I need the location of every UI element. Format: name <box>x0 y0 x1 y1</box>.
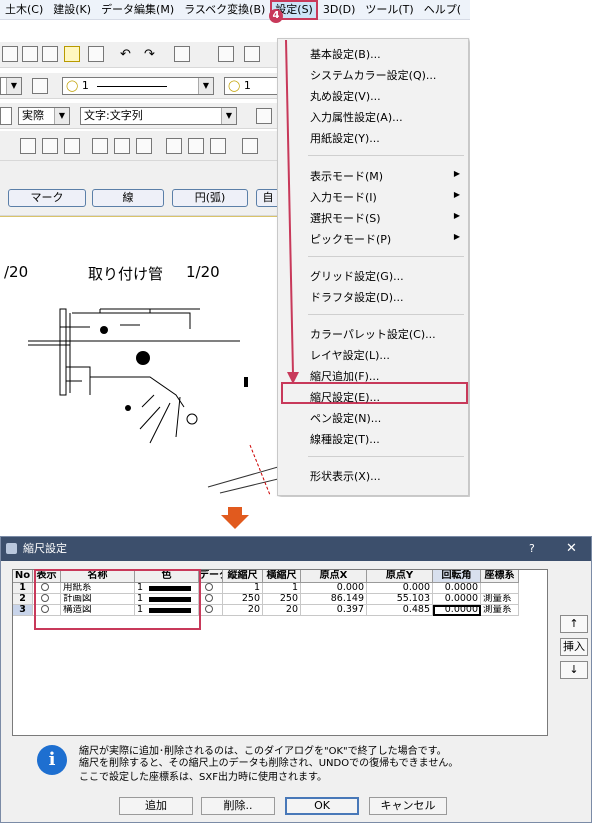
row-origin-y[interactable]: 0.000 <box>367 583 433 594</box>
info-message-2: 縮尺を削除すると、その縮尺上のデータも削除され、UNDOでの復帰もできません。 <box>79 758 459 769</box>
delete-button[interactable]: 削除.. <box>201 797 275 815</box>
row-no: 2 <box>13 594 33 605</box>
insert-button[interactable]: 挿入 <box>560 638 588 656</box>
scale-settings-dialog: 縮尺設定 ? ✕ No 表示 名称 色 データ 縦縮尺 横縮尺 原点X 原点Y … <box>0 536 592 823</box>
move-up-button[interactable]: ↑ <box>560 615 588 633</box>
ok-button[interactable]: OK <box>285 797 359 815</box>
help-icon[interactable]: ? <box>529 537 535 561</box>
data-radio[interactable] <box>199 594 223 605</box>
row-v-scale[interactable]: 20 <box>223 605 263 616</box>
add-button[interactable]: 追加 <box>119 797 193 815</box>
row-origin-x[interactable]: 0.397 <box>301 605 367 616</box>
annotation-arrow <box>285 39 299 384</box>
col-header-h-scale: 横縮尺 <box>263 570 301 583</box>
info-message-3: ここで設定した座標系は、SXF出力時に使用されます。 <box>79 772 327 783</box>
row-rotation[interactable]: 0.0000 <box>433 594 481 605</box>
close-icon[interactable]: ✕ <box>566 537 577 561</box>
down-arrow-icon <box>221 507 249 529</box>
col-header-coord: 座標系 <box>481 570 519 583</box>
row-origin-x[interactable]: 86.149 <box>301 594 367 605</box>
col-header-origin-x: 原点X <box>301 570 367 583</box>
dialog-title: 縮尺設定 <box>23 542 67 555</box>
data-radio[interactable] <box>199 583 223 594</box>
row-origin-x[interactable]: 0.000 <box>301 583 367 594</box>
col-header-origin-y: 原点Y <box>367 570 433 583</box>
row-coord[interactable] <box>481 583 519 594</box>
col-header-rotation: 回転角 <box>433 570 481 583</box>
highlight-frame <box>34 569 201 630</box>
app-icon <box>6 543 17 554</box>
row-v-scale[interactable]: 1 <box>223 583 263 594</box>
row-rotation[interactable]: 0.0000 <box>433 583 481 594</box>
row-h-scale[interactable]: 250 <box>263 594 301 605</box>
row-no-selected: 3 <box>13 605 33 616</box>
col-header-v-scale: 縦縮尺 <box>223 570 263 583</box>
col-header-no: No <box>13 570 33 583</box>
row-coord[interactable]: 測量系 <box>481 594 519 605</box>
cancel-button[interactable]: キャンセル <box>369 797 447 815</box>
row-h-scale[interactable]: 20 <box>263 605 301 616</box>
move-down-button[interactable]: ↓ <box>560 661 588 679</box>
row-no: 1 <box>13 583 33 594</box>
row-coord[interactable]: 測量系 <box>481 605 519 616</box>
row-origin-y[interactable]: 0.485 <box>367 605 433 616</box>
cad-application-window: 土木(C) 建設(K) データ編集(M) ラスベク変換(B) 設定(S) 3D(… <box>0 0 470 497</box>
row-rotation-focused[interactable]: 0.0000 <box>433 605 481 616</box>
dialog-titlebar: 縮尺設定 ? ✕ <box>1 537 591 561</box>
info-icon: i <box>37 745 67 775</box>
row-origin-y[interactable]: 55.103 <box>367 594 433 605</box>
row-v-scale[interactable]: 250 <box>223 594 263 605</box>
row-h-scale[interactable]: 1 <box>263 583 301 594</box>
data-radio[interactable] <box>199 605 223 616</box>
col-header-data: データ <box>199 570 223 583</box>
